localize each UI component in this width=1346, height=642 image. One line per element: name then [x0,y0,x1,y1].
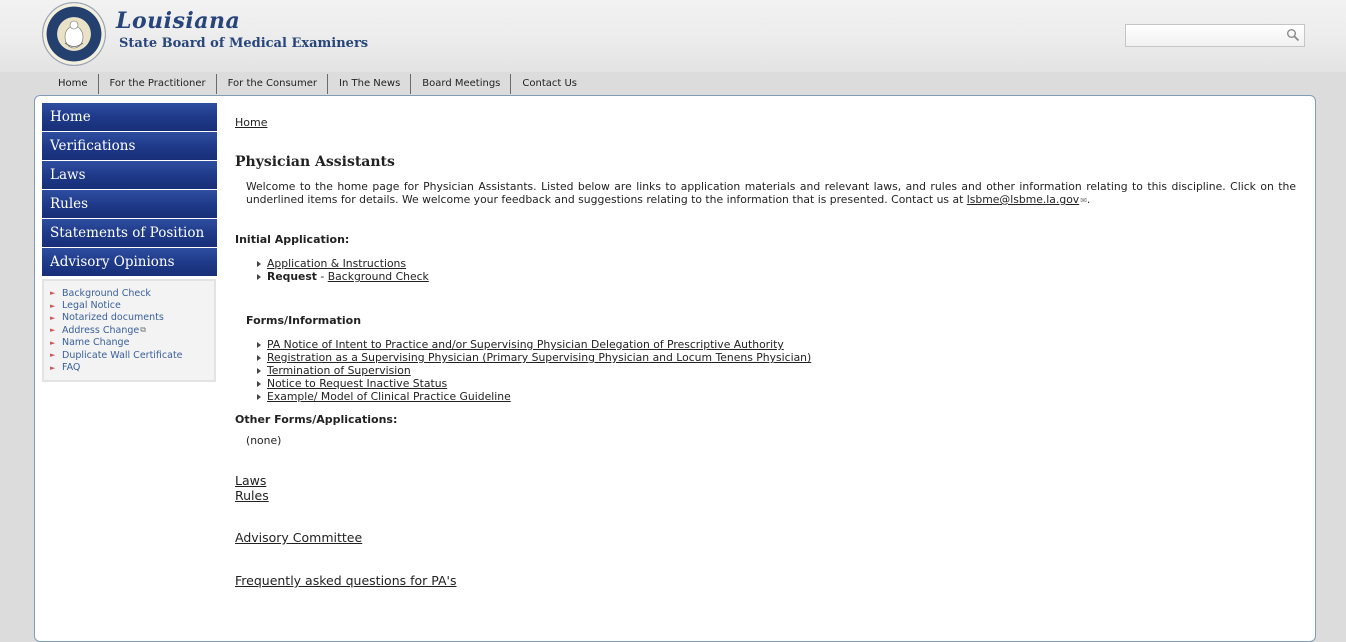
arrow-bullet-icon [257,341,261,348]
external-link-icon: ⧉ [140,325,146,335]
list-item: Request - Background Check [257,270,429,283]
quicklink-label: Name Change [62,337,130,349]
quick-links-box: ► Background Check ► Legal Notice ► Notariz… [42,279,216,382]
initial-application-heading: Initial Application: [235,233,350,246]
leftnav-advisory-opinions[interactable]: Advisory Opinions [42,248,217,276]
quicklink-notarized-documents[interactable]: ► Notarized documents [44,312,214,324]
topnav-contact-us[interactable]: Contact Us [511,74,587,94]
leftnav-statements-of-position[interactable]: Statements of Position [42,219,217,247]
logo-subtitle[interactable]: State Board of Medical Examiners [119,36,368,51]
logo-script-text[interactable]: Louisiana [116,8,240,34]
list-item: Registration as a Supervising Physician … [257,351,811,364]
arrow-bullet-icon: ► [50,326,56,335]
top-navigation: Home For the Practitioner For the Consum… [47,73,587,94]
state-seal-logo[interactable] [43,3,105,65]
site-header: Louisiana State Board of Medical Examine… [0,0,1346,72]
mail-icon: ✉ [1080,196,1087,205]
contact-email-link[interactable]: lsbme@lsbme.la.gov [967,193,1079,206]
arrow-bullet-icon [257,260,261,267]
leftnav-verifications[interactable]: Verifications [42,132,217,160]
arrow-bullet-icon: ► [50,313,56,322]
quicklink-label: Legal Notice [62,300,121,312]
arrow-bullet-icon [257,380,261,387]
arrow-bullet-icon: ► [50,351,56,360]
main-panel: Home Verifications Laws Rules Statements… [34,95,1316,642]
list-item: Example/ Model of Clinical Practice Guid… [257,390,811,403]
intro-text: Welcome to the home page for Physician A… [246,180,1296,206]
quicklink-address-change[interactable]: ► Address Change ⧉ [44,324,214,336]
quicklink-faq[interactable]: ► FAQ [44,361,214,373]
quicklink-label: Address Change [62,324,140,336]
background-check-link[interactable]: Background Check [328,270,429,283]
arrow-bullet-icon: ► [50,289,56,298]
search-box [1125,24,1305,47]
intro-end: . [1086,193,1091,206]
topnav-for-the-practitioner[interactable]: For the Practitioner [99,73,217,94]
termination-of-supervision-link[interactable]: Termination of Supervision [267,364,411,377]
page-title: Physician Assistants [235,154,395,170]
arrow-bullet-icon: ► [50,363,56,372]
advisory-committee-link[interactable]: Advisory Committee [235,530,362,545]
other-forms-value: (none) [246,434,282,447]
arrow-bullet-icon [257,393,261,400]
leftnav-rules[interactable]: Rules [42,190,217,218]
pa-faq-link[interactable]: Frequently asked questions for PA's [235,573,457,588]
registration-supervising-physician-link[interactable]: Registration as a Supervising Physician … [267,351,811,364]
clinical-practice-guideline-link[interactable]: Example/ Model of Clinical Practice Guid… [267,390,511,403]
arrow-bullet-icon [257,367,261,374]
list-item: Notice to Request Inactive Status [257,377,811,390]
list-item: Application & Instructions [257,257,429,270]
breadcrumb-home[interactable]: Home [235,116,267,129]
intro-paragraph: Welcome to the home page for Physician A… [246,180,1296,207]
request-label: Request [267,270,317,283]
leftnav-home[interactable]: Home [42,103,217,131]
quicklink-label: Duplicate Wall Certificate [62,349,183,361]
search-icon[interactable] [1286,28,1300,42]
pa-notice-of-intent-link[interactable]: PA Notice of Intent to Practice and/or S… [267,338,784,351]
arrow-bullet-icon [257,273,261,280]
leftnav-laws[interactable]: Laws [42,161,217,189]
quicklink-legal-notice[interactable]: ► Legal Notice [44,299,214,311]
topnav-in-the-news[interactable]: In The News [328,73,412,94]
left-navigation: Home Verifications Laws Rules Statements… [42,103,217,382]
application-instructions-link[interactable]: Application & Instructions [267,257,406,270]
search-input[interactable] [1128,26,1278,43]
initial-application-list: Application & Instructions Request - Bac… [257,257,429,283]
pelican-icon [64,20,84,49]
forms-information-list: PA Notice of Intent to Practice and/or S… [257,338,811,403]
topnav-board-meetings[interactable]: Board Meetings [411,73,512,94]
quicklink-duplicate-wall-certificate[interactable]: ► Duplicate Wall Certificate [44,349,214,361]
list-item: PA Notice of Intent to Practice and/or S… [257,338,811,351]
arrow-bullet-icon: ► [50,338,56,347]
quicklink-label: Notarized documents [62,312,164,324]
forms-information-heading: Forms/Information [246,314,362,327]
rules-link[interactable]: Rules [235,488,269,503]
list-item: Termination of Supervision [257,364,811,377]
request-separator: - [316,270,328,283]
quicklink-background-check[interactable]: ► Background Check [44,287,214,299]
quicklink-label: FAQ [62,362,81,374]
other-forms-heading: Other Forms/Applications: [235,413,398,426]
notice-inactive-status-link[interactable]: Notice to Request Inactive Status [267,377,447,390]
arrow-bullet-icon [257,354,261,361]
quicklink-name-change[interactable]: ► Name Change [44,337,214,349]
topnav-home[interactable]: Home [47,73,99,94]
laws-link[interactable]: Laws [235,473,266,488]
quicklink-label: Background Check [62,287,151,299]
topnav-for-the-consumer[interactable]: For the Consumer [217,73,329,94]
arrow-bullet-icon: ► [50,301,56,310]
